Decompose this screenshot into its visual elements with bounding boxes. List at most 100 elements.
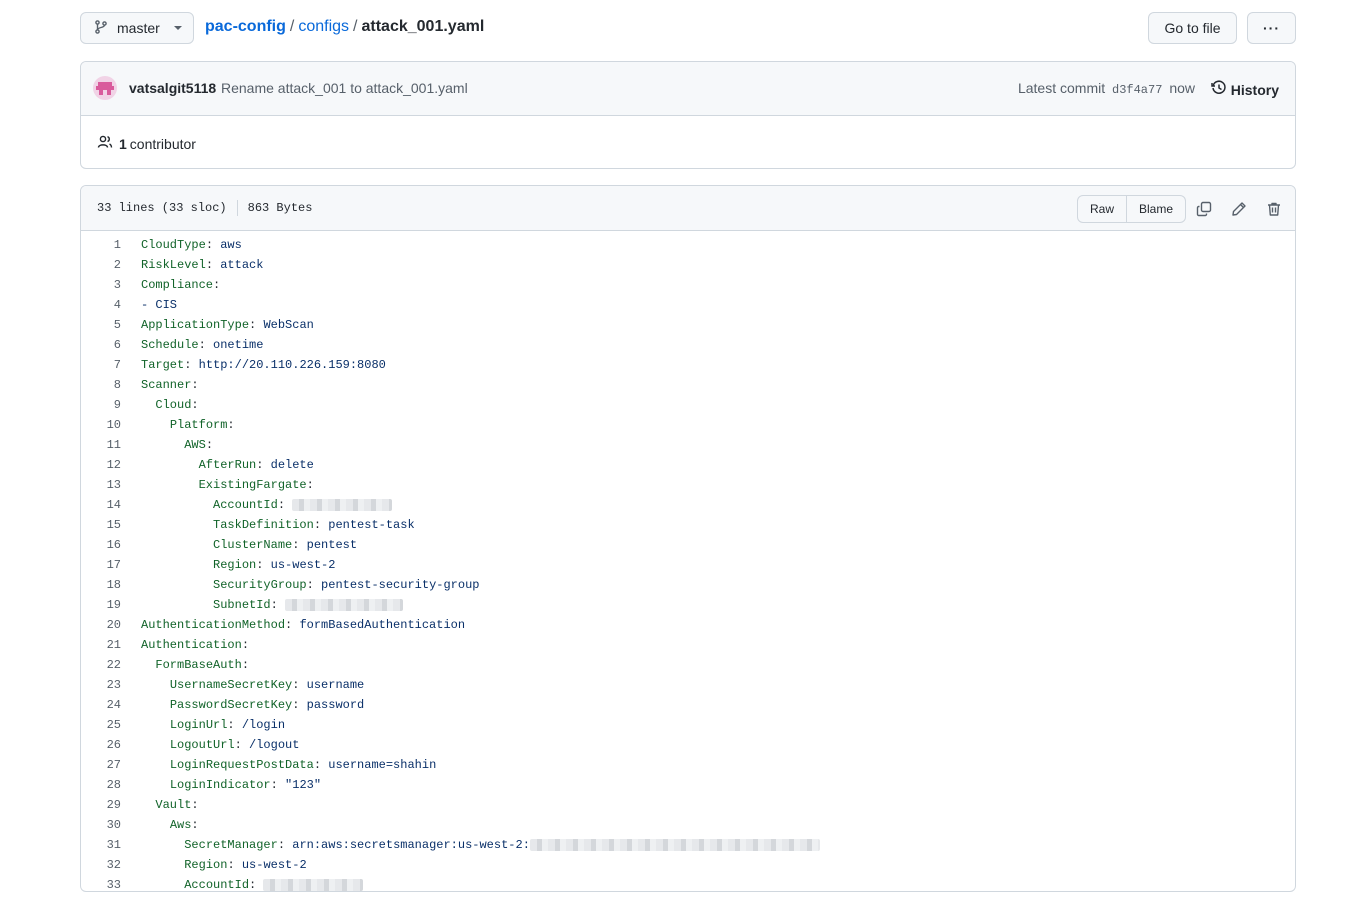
code-listing: 1 CloudType: aws 2 RiskLevel: attack 3 Compli… [81,231,1295,892]
yaml-colon: : [205,238,214,252]
raw-button[interactable]: Raw [1077,195,1127,223]
yaml-key: UsernameSecretKey [169,678,293,692]
breadcrumb-dir-link[interactable]: configs [298,18,349,35]
code-line: 24 PasswordSecretKey: password [81,695,1295,715]
code-line: 22 FormBaseAuth: [81,655,1295,675]
line-number[interactable]: 15 [81,515,131,535]
line-number[interactable]: 2 [81,255,131,275]
code-line: 12 AfterRun: delete [81,455,1295,475]
line-number[interactable]: 7 [81,355,131,375]
yaml-value: password [306,698,365,712]
line-number[interactable]: 18 [81,575,131,595]
contributors-count: 1 [119,135,127,152]
line-number[interactable]: 26 [81,735,131,755]
code-line: 31 SecretManager: arn:aws:secretsmanager… [81,835,1295,855]
yaml-colon: : [313,518,322,532]
code-line: 17 Region: us-west-2 [81,555,1295,575]
line-number[interactable]: 24 [81,695,131,715]
line-content: TaskDefinition: pentest-task [131,515,415,535]
code-line: 29 Vault: [81,795,1295,815]
line-number[interactable]: 8 [81,375,131,395]
yaml-colon: : [249,878,257,892]
yaml-key: ApplicationType [141,318,250,332]
line-number[interactable]: 29 [81,795,131,815]
yaml-value: delete [270,458,314,472]
line-number[interactable]: 9 [81,395,131,415]
more-options-button[interactable]: ··· [1247,12,1296,44]
line-number[interactable]: 20 [81,615,131,635]
trash-icon[interactable] [1264,199,1284,219]
yaml-key: AccountId [184,878,250,892]
line-content: RiskLevel: attack [131,255,263,275]
contributors-link[interactable]: 1 contributor [97,134,196,153]
line-content: Aws: [131,815,199,835]
line-number[interactable]: 6 [81,335,131,355]
line-number[interactable]: 1 [81,235,131,255]
commit-author-link[interactable]: vatsalgit5118 [129,80,216,96]
history-link[interactable]: History [1211,80,1279,99]
latest-commit-label: Latest commit [1017,80,1106,96]
yaml-colon: : [241,658,250,672]
code-line: 1 CloudType: aws [81,235,1295,255]
commit-sha-link[interactable]: d3f4a77 [1112,83,1162,97]
commit-message-link[interactable]: Rename attack_001 to attack_001.yaml [221,80,468,96]
line-number[interactable]: 22 [81,655,131,675]
yaml-key: ExistingFargate [198,478,307,492]
line-number[interactable]: 28 [81,775,131,795]
yaml-value: us-west-2 [270,558,336,572]
yaml-value: username=shahin [328,758,437,772]
code-line: 6 Schedule: onetime [81,335,1295,355]
copy-icon[interactable] [1194,199,1214,219]
line-number[interactable]: 16 [81,535,131,555]
line-number[interactable]: 23 [81,675,131,695]
yaml-colon: : [198,338,206,352]
yaml-key: LoginRequestPostData [169,758,314,772]
yaml-colon: : [191,818,199,832]
line-number[interactable]: 3 [81,275,131,295]
line-number[interactable]: 12 [81,455,131,475]
line-number[interactable]: 19 [81,595,131,615]
yaml-key: Compliance [141,278,214,292]
avatar[interactable] [93,76,117,100]
pencil-icon[interactable] [1229,199,1249,219]
line-number[interactable]: 30 [81,815,131,835]
line-number[interactable]: 31 [81,835,131,855]
code-line: 23 UsernameSecretKey: username [81,675,1295,695]
code-line: 5 ApplicationType: WebScan [81,315,1295,335]
line-number[interactable]: 4 [81,295,131,315]
blame-button[interactable]: Blame [1127,195,1186,223]
redacted-value [263,878,364,891]
yaml-value: - CIS [141,298,178,312]
line-number[interactable]: 27 [81,755,131,775]
line-number[interactable]: 33 [81,875,131,891]
code-line: 30 Aws: [81,815,1295,835]
line-number[interactable]: 25 [81,715,131,735]
go-to-file-button[interactable]: Go to file [1148,12,1237,44]
line-content: AccountId: [131,875,364,892]
line-number[interactable]: 5 [81,315,131,335]
yaml-value: /logout [249,738,300,752]
breadcrumb-repo-link[interactable]: pac-config [205,18,286,35]
divider [236,200,238,216]
line-content: Region: us-west-2 [131,555,335,575]
yaml-colon: : [277,838,286,852]
branch-select-button[interactable]: master [80,12,194,44]
yaml-key: LogoutUrl [169,738,235,752]
line-number[interactable]: 21 [81,635,131,655]
yaml-key: SecretManager [184,838,278,852]
line-content: PasswordSecretKey: password [131,695,364,715]
line-content: ClusterName: pentest [131,535,357,555]
code-line: 18 SecurityGroup: pentest-security-group [81,575,1295,595]
line-number[interactable]: 11 [81,435,131,455]
code-line: 32 Region: us-west-2 [81,855,1295,875]
yaml-value: us-west-2 [241,858,307,872]
line-content: Cloud: [131,395,198,415]
yaml-key: CloudType [141,238,206,252]
yaml-key: RiskLevel [141,258,206,272]
line-number[interactable]: 32 [81,855,131,875]
line-number[interactable]: 14 [81,495,131,515]
line-number[interactable]: 13 [81,475,131,495]
line-number[interactable]: 17 [81,555,131,575]
yaml-colon: : [227,418,235,432]
line-number[interactable]: 10 [81,415,131,435]
